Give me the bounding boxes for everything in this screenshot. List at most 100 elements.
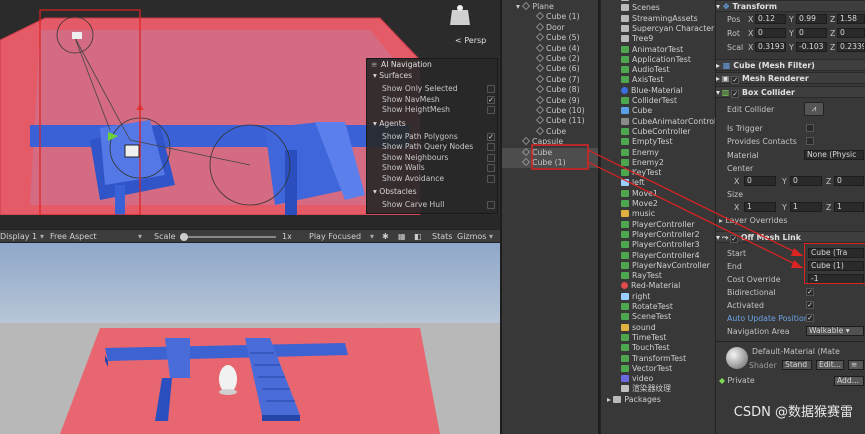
expand-icon[interactable]: ▾ [716, 88, 720, 97]
transform-header[interactable]: ▾ ✥ Transform [716, 0, 865, 12]
project-item[interactable]: EmptyTest [601, 137, 715, 147]
project-item[interactable]: SceneTest [601, 312, 715, 322]
edit-shader-button[interactable]: Edit... [816, 360, 844, 370]
hierarchy-item[interactable]: Cube (4) [502, 44, 598, 54]
project-item[interactable]: PlayerController2 [601, 230, 715, 240]
activated-checkbox[interactable]: ✓ [806, 301, 814, 309]
project-item[interactable]: Move2 [601, 199, 715, 209]
physic-material-field[interactable]: None (Physic [804, 150, 864, 160]
position-x-field[interactable]: 0.12 [755, 14, 786, 24]
checkbox-show-path-query-nodes[interactable] [487, 143, 495, 151]
scale-x-field[interactable]: 0.3193 [755, 42, 786, 52]
section-agents[interactable]: ▾ Agents [373, 119, 406, 128]
project-item[interactable]: PlayerNavController [601, 261, 715, 271]
expand-icon[interactable]: ▾ [716, 2, 720, 11]
edit-collider-button[interactable]: ⩘ [804, 102, 824, 116]
size-x-field[interactable]: 1 [744, 202, 776, 212]
project-item[interactable]: Blue-Material [601, 86, 715, 96]
project-item[interactable]: PlayerController4 [601, 251, 715, 261]
shader-dropdown[interactable]: Stand [782, 360, 812, 370]
checkbox-show-walls[interactable] [487, 164, 495, 172]
project-item[interactable]: TimeTest [601, 333, 715, 343]
layer-overrides-foldout[interactable]: ▸ Layer Overrides [719, 216, 787, 225]
mute-audio-icon[interactable]: ✱ [382, 232, 389, 241]
project-item[interactable]: RotateTest [601, 302, 715, 312]
expand-icon[interactable]: ▸ [716, 74, 720, 83]
scale-y-field[interactable]: -0.103 [796, 42, 827, 52]
project-item[interactable]: Scenes [601, 3, 715, 13]
project-item[interactable]: ColliderTest [601, 96, 715, 106]
project-item[interactable]: AxisTest [601, 75, 715, 85]
project-item[interactable]: VectorTest [601, 364, 715, 374]
rotation-x-field[interactable]: 0 [755, 28, 786, 38]
scale-slider[interactable] [180, 236, 276, 238]
checkbox-show-avoidance[interactable] [487, 175, 495, 183]
hierarchy-item[interactable]: ▾ Plane [502, 2, 598, 12]
toggle-icon[interactable]: ◧ [414, 232, 422, 241]
project-item[interactable]: Enemy2 [601, 158, 715, 168]
project-item[interactable]: Red-Material [601, 281, 715, 291]
hierarchy-item[interactable]: Cube [502, 127, 598, 137]
display-dropdown[interactable]: Display 1 [0, 232, 37, 241]
game-view[interactable] [0, 243, 500, 434]
project-item[interactable]: RayTest [601, 271, 715, 281]
position-y-field[interactable]: 0.99 [796, 14, 827, 24]
project-item[interactable]: StreamingAssets [601, 14, 715, 24]
hierarchy-item[interactable]: Cube (1) [502, 158, 598, 168]
size-y-field[interactable]: 1 [790, 202, 822, 212]
rotation-z-field[interactable]: 0 [837, 28, 865, 38]
chevron-down-icon[interactable]: ▾ [516, 2, 522, 11]
project-item[interactable]: KeyTest [601, 168, 715, 178]
project-item[interactable]: video [601, 374, 715, 384]
section-surfaces[interactable]: ▾ Surfaces [373, 71, 412, 80]
checkbox-show-only-selected[interactable] [487, 85, 495, 93]
center-y-field[interactable]: 0 [790, 176, 822, 186]
project-item[interactable]: left [601, 178, 715, 188]
hierarchy-item[interactable]: Cube (5) [502, 33, 598, 43]
checkbox-show-navmesh[interactable]: ✓ [487, 96, 495, 104]
hierarchy-item[interactable]: Cube (9) [502, 96, 598, 106]
aspect-dropdown[interactable]: Free Aspect [50, 232, 97, 241]
expand-icon[interactable]: ▸ [716, 61, 720, 70]
persp-label[interactable]: < Persp [455, 36, 486, 45]
project-item[interactable]: CubeController [601, 127, 715, 137]
play-mode-dropdown[interactable]: Play Focused [309, 232, 361, 241]
hierarchy-item[interactable]: Cube (8) [502, 85, 598, 95]
project-item[interactable]: PlayerController3 [601, 240, 715, 250]
center-z-field[interactable]: 0 [834, 176, 864, 186]
project-item[interactable]: ▸ Packages [601, 395, 715, 405]
section-obstacles[interactable]: ▾ Obstacles [373, 187, 417, 196]
bidirectional-checkbox[interactable]: ✓ [806, 288, 814, 296]
project-item[interactable]: Enemy [601, 148, 715, 158]
project-item[interactable]: Cube [601, 106, 715, 116]
expand-icon[interactable]: ▾ [716, 233, 720, 242]
hierarchy-item[interactable]: Cube (7) [502, 75, 598, 85]
hierarchy-item[interactable]: Cube [502, 147, 598, 158]
stats-button[interactable]: Stats [432, 232, 452, 241]
project-item[interactable]: music [601, 209, 715, 219]
shader-menu-icon[interactable]: ≡ [848, 360, 864, 370]
hierarchy-item[interactable]: Cube (11) [502, 116, 598, 126]
center-x-field[interactable]: 0 [744, 176, 776, 186]
project-item[interactable]: AnimatorTest [601, 45, 715, 55]
auto-update-position-checkbox[interactable]: ✓ [806, 314, 814, 322]
checkbox-show-heightmesh[interactable] [487, 106, 495, 114]
project-item[interactable]: TouchTest [601, 343, 715, 353]
mesh-renderer-header[interactable]: ▸ ▣ ✓ Mesh Renderer [716, 72, 865, 84]
project-item[interactable]: right [601, 292, 715, 302]
scale-z-field[interactable]: 0.2339 [837, 42, 865, 52]
size-z-field[interactable]: 1 [834, 202, 864, 212]
project-item[interactable]: Supercyan Character [601, 24, 715, 34]
rotation-y-field[interactable]: 0 [796, 28, 827, 38]
off-mesh-link-header[interactable]: ▾ ⤳ ✓ Off Mesh Link [716, 231, 865, 243]
project-item[interactable]: CubeAnimatorControl [601, 117, 715, 127]
project-item[interactable]: PlayerController [601, 220, 715, 230]
box-collider-header[interactable]: ▾ ▨ ✓ Box Collider [716, 86, 865, 98]
is-trigger-checkbox[interactable] [806, 124, 814, 132]
gizmos-dropdown[interactable]: Gizmos [457, 232, 486, 241]
project-item[interactable]: TransformTest [601, 354, 715, 364]
project-item[interactable]: sound [601, 323, 715, 333]
hierarchy-item[interactable]: Cube (2) [502, 54, 598, 64]
display-grid-icon[interactable]: ▦ [398, 232, 406, 241]
add-material-button[interactable]: Add... [834, 376, 864, 386]
